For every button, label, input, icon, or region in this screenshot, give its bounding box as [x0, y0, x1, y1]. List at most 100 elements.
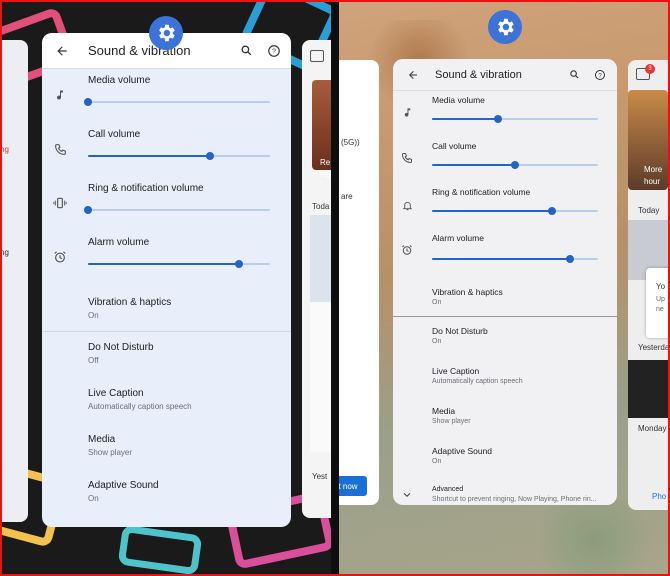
- call-volume-slider[interactable]: [432, 161, 598, 169]
- recent-app-card[interactable]: 3 More hour Today Yo Up ne Yesterda Mond…: [628, 60, 670, 510]
- chat-icon: [310, 50, 324, 62]
- advanced-row[interactable]: Advanced Shortcut to prevent ringing, No…: [393, 477, 617, 505]
- dnd-value: Off: [88, 356, 99, 365]
- alarm-volume-label: Alarm volume: [88, 237, 150, 248]
- alarm-volume-slider[interactable]: [88, 260, 270, 268]
- peek-text: hig: [320, 170, 331, 179]
- settings-gear-icon: [149, 16, 183, 50]
- help-icon[interactable]: ?: [589, 64, 611, 86]
- slider-thumb[interactable]: [511, 161, 519, 169]
- media-row[interactable]: Media Show player: [42, 424, 291, 470]
- adaptive-sound-row[interactable]: Adaptive Sound On: [42, 470, 291, 516]
- svg-text:?: ?: [598, 73, 602, 79]
- slider-thumb[interactable]: [84, 98, 92, 106]
- alarm-volume-row[interactable]: Alarm volume: [393, 229, 617, 275]
- call-volume-label: Call volume: [88, 129, 141, 140]
- search-icon[interactable]: [235, 40, 257, 62]
- adaptive-sound-value: On: [88, 494, 99, 503]
- alarm-volume-row[interactable]: Alarm volume: [42, 231, 291, 285]
- dnd-row[interactable]: Do Not Disturb On: [393, 317, 617, 357]
- call-volume-label: Call volume: [432, 141, 477, 151]
- vibration-row[interactable]: Vibration & haptics On: [393, 277, 617, 315]
- alarm-volume-label: Alarm volume: [432, 233, 484, 243]
- media-value: Show player: [432, 418, 471, 425]
- dnd-row[interactable]: Do Not Disturb Off: [42, 332, 291, 378]
- slider-thumb[interactable]: [235, 260, 244, 268]
- peek-text: Today: [638, 206, 660, 215]
- thumbnail-image: [628, 360, 668, 418]
- bg-texture: [519, 500, 669, 576]
- advanced-value: Shortcut to prevent ringing, Now Playing…: [432, 496, 597, 503]
- peek-text: Monday: [638, 424, 667, 433]
- dnd-value: On: [432, 338, 442, 345]
- slider-thumb[interactable]: [565, 255, 574, 263]
- peek-text: hour: [644, 177, 661, 186]
- ring-volume-label: Ring & notification volume: [88, 183, 204, 194]
- media-row[interactable]: Media Show player: [393, 397, 617, 437]
- recent-app-card[interactable]: Re hig Toda Yest: [302, 40, 331, 518]
- peek-text: Yest: [312, 472, 328, 481]
- dnd-label: Do Not Disturb: [432, 326, 488, 336]
- peek-text: Yesterda: [638, 343, 670, 352]
- app-bar: Sound & vibration ?: [393, 59, 617, 91]
- ring-volume-row[interactable]: Ring & notification volume: [42, 177, 291, 231]
- call-volume-row[interactable]: Call volume: [393, 137, 617, 183]
- peek-text: are: [341, 192, 353, 201]
- live-caption-row[interactable]: Live Caption Automatically caption speec…: [42, 378, 291, 424]
- vibration-value: On: [88, 311, 99, 320]
- call-volume-slider[interactable]: [88, 152, 270, 160]
- recent-app-card[interactable]: (5G)) are t now: [339, 60, 379, 505]
- back-arrow-icon[interactable]: [401, 63, 425, 87]
- vibration-label: Vibration & haptics: [88, 297, 172, 308]
- peek-text: Re: [320, 158, 331, 167]
- thumbnail-image: [312, 80, 331, 170]
- back-arrow-icon[interactable]: [50, 39, 74, 63]
- vibration-row[interactable]: Vibration & haptics On: [42, 285, 291, 331]
- peek-button[interactable]: t now: [339, 476, 367, 496]
- live-caption-value: Automatically caption speech: [88, 402, 192, 411]
- ring-volume-slider[interactable]: [432, 207, 598, 215]
- search-icon[interactable]: [563, 64, 585, 86]
- settings-card: Sound & vibration ? Media volume Call vo…: [393, 59, 617, 505]
- help-icon[interactable]: ?: [263, 40, 285, 62]
- dnd-label: Do Not Disturb: [88, 342, 154, 353]
- media-volume-row[interactable]: Media volume: [42, 69, 291, 123]
- media-volume-label: Media volume: [432, 95, 485, 105]
- bg-shape: [117, 524, 203, 576]
- phone-icon: [52, 141, 68, 157]
- recent-app-card[interactable]: ng ng e: [0, 40, 28, 522]
- live-caption-value: Automatically caption speech: [432, 378, 523, 385]
- vibration-value: On: [432, 299, 442, 306]
- svg-text:?: ?: [272, 48, 276, 55]
- phone-icon: [399, 150, 415, 166]
- peek-text: Pho: [652, 492, 667, 501]
- alarm-volume-slider[interactable]: [432, 255, 598, 263]
- pane-divider: [331, 0, 339, 576]
- settings-card: Sound & vibration ? Media volume Call vo…: [42, 33, 291, 527]
- ring-volume-slider[interactable]: [84, 206, 270, 214]
- media-volume-slider[interactable]: [432, 115, 598, 123]
- live-caption-label: Live Caption: [432, 366, 480, 376]
- slider-thumb[interactable]: [547, 207, 556, 215]
- media-volume-slider[interactable]: [84, 98, 270, 106]
- slider-thumb[interactable]: [84, 206, 92, 214]
- notification-badge: 3: [645, 64, 655, 74]
- music-note-icon: [52, 87, 68, 103]
- peek-text: More: [644, 165, 663, 174]
- ring-volume-label: Ring & notification volume: [432, 187, 531, 197]
- live-caption-label: Live Caption: [88, 388, 144, 399]
- media-label: Media: [88, 434, 116, 445]
- alarm-clock-icon: [52, 249, 68, 265]
- slider-thumb[interactable]: [494, 115, 503, 123]
- media-volume-row[interactable]: Media volume: [393, 91, 617, 137]
- live-caption-row[interactable]: Live Caption Automatically caption speec…: [393, 357, 617, 397]
- adaptive-sound-value: On: [432, 458, 442, 465]
- chevron-down-icon: [399, 487, 415, 503]
- adaptive-sound-label: Adaptive Sound: [88, 480, 159, 491]
- adaptive-sound-row[interactable]: Adaptive Sound On: [393, 437, 617, 477]
- ring-volume-row[interactable]: Ring & notification volume: [393, 183, 617, 229]
- app-list-thumbnail: [310, 302, 331, 452]
- slider-thumb[interactable]: [205, 152, 214, 160]
- call-volume-row[interactable]: Call volume: [42, 123, 291, 177]
- media-value: Show player: [88, 448, 133, 457]
